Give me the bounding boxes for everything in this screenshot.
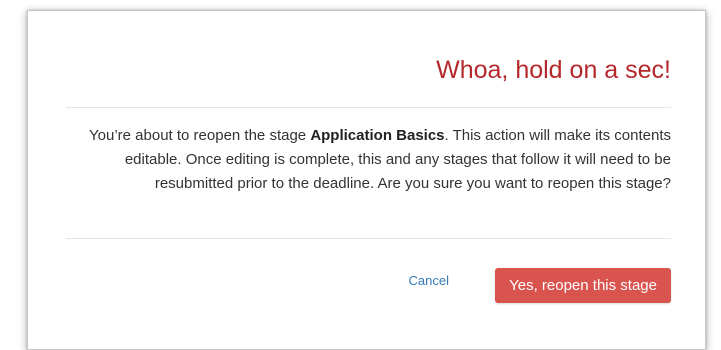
dialog-footer: Cancel Yes, reopen this stage: [66, 239, 671, 319]
dialog-message: You’re about to reopen the stage Applica…: [66, 124, 671, 196]
dialog-body: You’re about to reopen the stage Applica…: [66, 107, 671, 239]
dialog-header: Whoa, hold on a sec!: [66, 11, 671, 108]
stage-name: Application Basics: [310, 127, 445, 144]
reopen-stage-button[interactable]: Yes, reopen this stage: [495, 268, 671, 303]
reopen-stage-dialog: Whoa, hold on a sec! You’re about to reo…: [27, 10, 706, 350]
dialog-title: Whoa, hold on a sec!: [436, 56, 671, 84]
message-intro: You’re about to reopen the stage: [89, 127, 311, 144]
cancel-button[interactable]: Cancel: [409, 273, 449, 288]
